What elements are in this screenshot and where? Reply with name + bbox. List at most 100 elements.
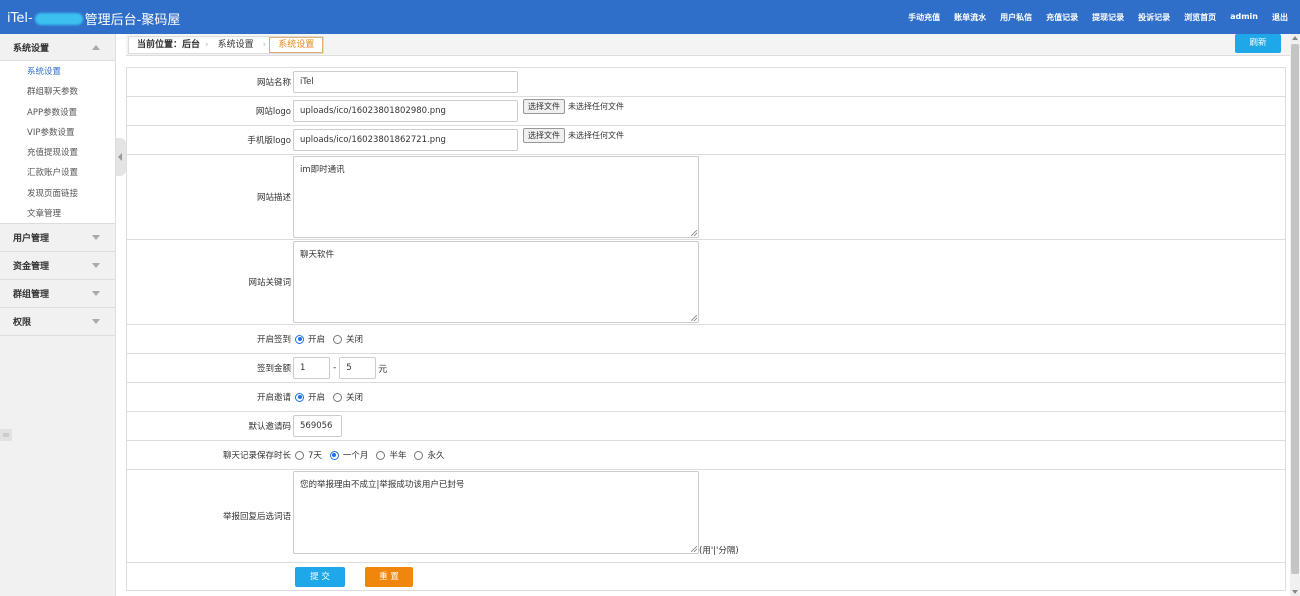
field-value: 1 - 5 元: [291, 354, 1285, 382]
sidebar-item-recharge-withdraw[interactable]: 充值提现设置: [0, 143, 115, 163]
site-logo-file-status: 未选择任何文件: [568, 102, 624, 111]
field-value: 569056: [291, 412, 1285, 440]
field-value: 聊天软件: [291, 240, 1285, 324]
sidebar-group-funds[interactable]: 资金管理: [0, 252, 115, 281]
site-desc-textarea[interactable]: im即时通讯: [293, 156, 699, 238]
checkin-amount-max-input[interactable]: 5: [339, 357, 377, 379]
widget-handle-icon[interactable]: [0, 429, 12, 441]
breadcrumb-separator-icon: ›: [262, 40, 267, 50]
radio-checked-icon: [329, 450, 339, 460]
sidebar-group-label: 群组管理: [13, 290, 50, 301]
nav-browse-home[interactable]: 浏览首页: [1184, 12, 1216, 23]
form-row-actions: 提 交 重 置: [127, 563, 1285, 590]
mobile-logo-choose-file-button[interactable]: 选择文件: [523, 128, 565, 143]
nav-complaint-records[interactable]: 投诉记录: [1138, 12, 1170, 23]
nav-recharge-records[interactable]: 充值记录: [1046, 12, 1078, 23]
nav-user-messages[interactable]: 用户私信: [1000, 12, 1032, 23]
mobile-logo-file-status: 未选择任何文件: [568, 131, 624, 140]
field-label: 网站关键词: [248, 278, 291, 288]
checkin-amount-min-input[interactable]: 1: [293, 357, 330, 379]
field-value: im即时通讯: [291, 155, 1285, 239]
radio-label: 关闭: [346, 335, 364, 345]
site-logo-path-input[interactable]: uploads/ico/16023801802980.png: [293, 100, 518, 122]
scrollbar-thumb[interactable]: [1291, 44, 1299, 574]
nav-bill-flow[interactable]: 账单流水: [954, 12, 986, 23]
checkin-off-radio[interactable]: 关闭: [333, 333, 363, 345]
sidebar-group-label: 系统设置: [13, 43, 50, 54]
chevron-down-icon: [92, 235, 100, 241]
scroll-up-icon[interactable]: [1292, 36, 1298, 40]
sidebar-group-system[interactable]: 系统设置: [0, 34, 115, 61]
reset-button[interactable]: 重 置: [365, 566, 413, 587]
brand-title: iTel- 管理后台-聚码屋: [7, 9, 180, 28]
brand-prefix: iTel-: [7, 11, 33, 26]
radio-label: 7天: [308, 451, 322, 461]
nav-manual-recharge[interactable]: 手动充值: [908, 12, 940, 23]
retention-7days-radio[interactable]: 7天: [295, 449, 322, 461]
empty-label: [127, 563, 291, 590]
site-name-input[interactable]: iTel: [293, 71, 518, 93]
page-scrollbar[interactable]: [1290, 34, 1300, 596]
nav-logout[interactable]: 退出: [1272, 12, 1288, 23]
field-label: 网站名称: [256, 78, 291, 88]
submit-button[interactable]: 提 交: [295, 566, 345, 587]
radio-unchecked-icon: [333, 392, 343, 402]
report-reply-textarea[interactable]: 您的举报理由不成立|举报成功该用户已封号: [293, 471, 699, 554]
sidebar-item-app-params[interactable]: APP参数设置: [0, 103, 115, 123]
mobile-logo-path-input[interactable]: uploads/ico/16023801862721.png: [293, 129, 518, 151]
retention-forever-radio[interactable]: 永久: [414, 449, 444, 461]
checkin-on-radio[interactable]: 开启: [295, 333, 325, 345]
range-separator: -: [333, 363, 337, 373]
form-row-site-logo: 网站logo uploads/ico/16023801802980.png 选择…: [127, 97, 1285, 126]
form-row-report-reply: 举报回复后选词语 您的举报理由不成立|举报成功该用户已封号 (用'|'分隔): [127, 470, 1285, 563]
default-invite-code-input[interactable]: 569056: [293, 415, 342, 437]
field-label: 网站描述: [256, 193, 291, 203]
field-value: uploads/ico/16023801862721.png 选择文件 未选择任…: [291, 126, 1285, 154]
invite-off-radio[interactable]: 关闭: [333, 391, 363, 403]
sidebar-item-vip-params[interactable]: VIP参数设置: [0, 123, 115, 143]
breadcrumb: 当前位置：后台 › 系统设置 › 系统设置: [128, 36, 325, 54]
nav-admin-user[interactable]: admin: [1230, 12, 1258, 23]
field-value: 开启 关闭: [291, 383, 1285, 411]
sidebar-item-system-settings[interactable]: 系统设置: [0, 62, 115, 82]
nav-withdraw-records[interactable]: 提现记录: [1092, 12, 1124, 23]
site-logo-choose-file-button[interactable]: 选择文件: [523, 99, 565, 114]
breadcrumb-home[interactable]: 后台: [182, 40, 200, 50]
sidebar-item-remit-accounts[interactable]: 汇款账户设置: [0, 163, 115, 183]
breadcrumb-bar: 当前位置：后台 › 系统设置 › 系统设置 刷新: [126, 34, 1290, 56]
radio-label: 一个月: [342, 451, 369, 461]
retention-1month-radio[interactable]: 一个月: [329, 449, 369, 461]
field-label: 手机版logo: [247, 136, 291, 146]
field-value: 您的举报理由不成立|举报成功该用户已封号 (用'|'分隔): [291, 470, 1285, 562]
actions: 提 交 重 置: [291, 563, 1285, 590]
breadcrumb-section[interactable]: 系统设置: [210, 37, 262, 53]
top-header: iTel- 管理后台-聚码屋 手动充值 账单流水 用户私信 充值记录 提现记录 …: [0, 0, 1300, 34]
sidebar-item-articles[interactable]: 文章管理: [0, 204, 115, 225]
retention-halfyear-radio[interactable]: 半年: [376, 449, 406, 461]
sidebar-group-users[interactable]: 用户管理: [0, 224, 115, 253]
field-label: 聊天记录保存时长: [222, 451, 291, 461]
sidebar-item-group-chat-params[interactable]: 群组聊天参数: [0, 82, 115, 102]
radio-label: 开启: [308, 335, 326, 345]
sidebar-collapse-toggle[interactable]: [116, 138, 126, 176]
scroll-down-icon[interactable]: [1292, 590, 1298, 594]
sidebar-group-label: 用户管理: [13, 234, 50, 245]
field-label: 签到金额: [256, 364, 291, 374]
form-row-mobile-logo: 手机版logo uploads/ico/16023801862721.png 选…: [127, 126, 1285, 155]
radio-checked-icon: [295, 392, 304, 402]
refresh-button[interactable]: 刷新: [1235, 34, 1281, 53]
field-label: 网站logo: [255, 107, 291, 117]
invite-on-radio[interactable]: 开启: [295, 391, 325, 403]
radio-checked-icon: [295, 334, 304, 344]
unit-label: 元: [378, 364, 388, 375]
field-value: 7天 一个月 半年 永久: [291, 441, 1285, 469]
sidebar-item-discover-links[interactable]: 发现页面链接: [0, 184, 115, 204]
sidebar-group-permissions[interactable]: 权限: [0, 308, 115, 337]
radio-label: 半年: [389, 451, 407, 461]
breadcrumb-label: 当前位置：后台: [137, 40, 201, 50]
sidebar-group-groups[interactable]: 群组管理: [0, 280, 115, 309]
radio-label: 开启: [308, 393, 326, 403]
site-keywords-textarea[interactable]: 聊天软件: [293, 241, 699, 323]
redacted-mark: [34, 12, 83, 25]
radio-label: 关闭: [346, 393, 364, 403]
